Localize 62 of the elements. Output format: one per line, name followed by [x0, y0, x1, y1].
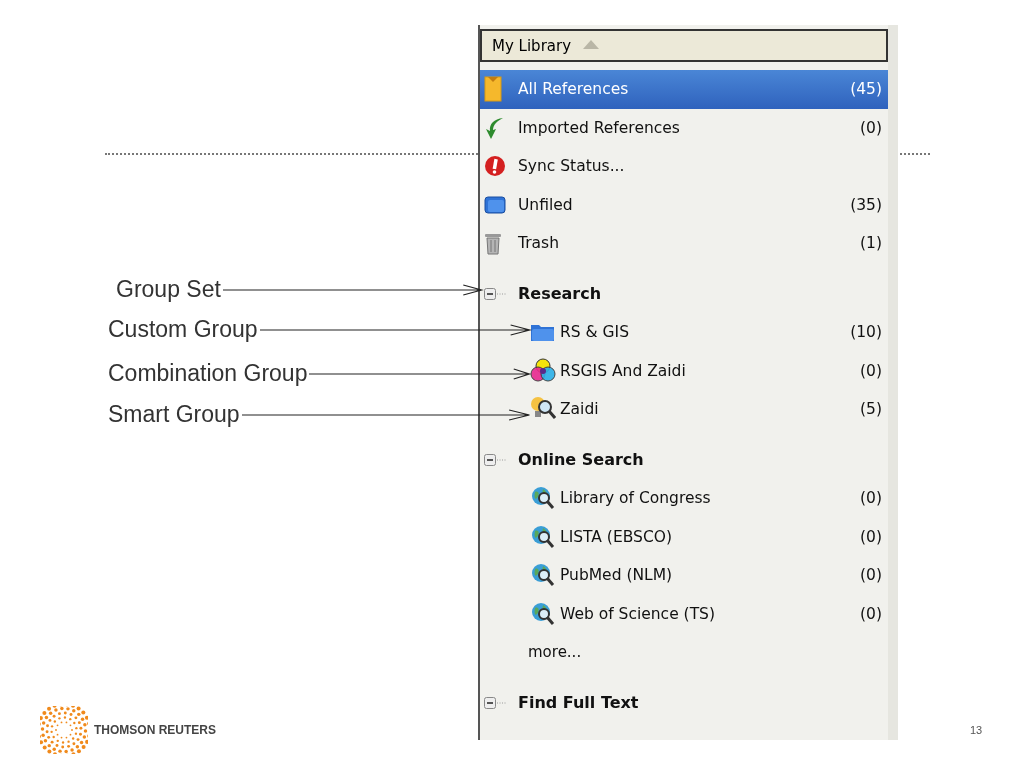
envelope-icon — [484, 76, 502, 103]
trash-icon — [484, 231, 502, 256]
my-library-header[interactable]: My Library — [480, 29, 888, 62]
item-count: (0) — [860, 527, 882, 546]
item-count: (35) — [850, 195, 882, 214]
item-count: (0) — [860, 361, 882, 380]
globe-magnifier-icon — [530, 523, 556, 550]
group-item[interactable]: RSGIS And Zaidi (0) — [480, 351, 888, 390]
collapse-toggle-icon[interactable] — [484, 452, 508, 467]
more-link[interactable]: more... — [480, 633, 888, 672]
group-set-heading[interactable]: Online Search — [480, 440, 888, 479]
library-item[interactable]: Unfiled (35) — [480, 185, 888, 224]
globe-magnifier-icon — [530, 485, 556, 512]
collapse-toggle-icon[interactable] — [484, 286, 508, 301]
item-label: Trash — [518, 234, 560, 253]
item-count: (45) — [850, 80, 882, 99]
library-item[interactable]: All References (45) — [480, 70, 888, 109]
globe-magnifier-icon — [530, 562, 556, 589]
callout-label: Group Set — [116, 276, 221, 303]
collapse-toggle-icon[interactable] — [484, 695, 508, 710]
group-set-heading[interactable]: Find Full Text — [480, 683, 888, 722]
group-item[interactable]: RS & GIS (10) — [480, 313, 888, 352]
item-label: Library of Congress — [560, 489, 712, 508]
item-label: Sync Status... — [518, 157, 626, 176]
sunburst-logo-icon — [40, 706, 88, 754]
folder-icon — [530, 322, 556, 343]
group-set-heading[interactable]: Research — [480, 274, 888, 313]
item-label: Unfiled — [518, 195, 574, 214]
item-label: Imported References — [518, 118, 681, 137]
page-number: 13 — [970, 724, 983, 736]
group-item[interactable]: PubMed (NLM) (0) — [480, 556, 888, 595]
item-label: All References — [518, 80, 630, 99]
group-item[interactable]: Library of Congress (0) — [480, 479, 888, 518]
item-count: (0) — [860, 604, 882, 623]
group-item[interactable]: LISTA (EBSCO) (0) — [480, 517, 888, 556]
group-item[interactable]: Zaidi (5) — [480, 390, 888, 429]
item-count: (1) — [860, 234, 882, 253]
library-item[interactable]: Trash (1) — [480, 224, 888, 263]
item-label: LISTA (EBSCO) — [560, 527, 673, 546]
box-icon — [484, 195, 506, 214]
item-count: (0) — [860, 118, 882, 137]
callout-label: Smart Group — [108, 401, 240, 428]
checkmark-arrow-icon — [484, 115, 504, 140]
callout-label: Custom Group — [108, 316, 258, 343]
item-count: (0) — [860, 566, 882, 585]
item-count: (5) — [860, 400, 882, 419]
library-item[interactable]: Sync Status... — [480, 147, 888, 186]
item-label: PubMed (NLM) — [560, 566, 674, 585]
alert-icon — [484, 155, 506, 178]
item-count: (10) — [850, 323, 882, 342]
item-count: (0) — [860, 489, 882, 508]
sort-triangle-icon — [583, 40, 600, 49]
globe-magnifier-icon — [530, 600, 556, 627]
callout-label: Combination Group — [108, 360, 308, 387]
item-label: Zaidi — [560, 400, 600, 419]
group-item[interactable]: Web of Science (TS) (0) — [480, 594, 888, 633]
overlapping-circles-icon — [530, 357, 556, 384]
logo-text: THOMSON REUTERS — [94, 723, 216, 737]
item-label: Web of Science (TS) — [560, 604, 716, 623]
library-item[interactable]: Imported References (0) — [480, 108, 888, 147]
item-label: RSGIS And Zaidi — [560, 361, 687, 380]
item-label: RS & GIS — [560, 323, 630, 342]
